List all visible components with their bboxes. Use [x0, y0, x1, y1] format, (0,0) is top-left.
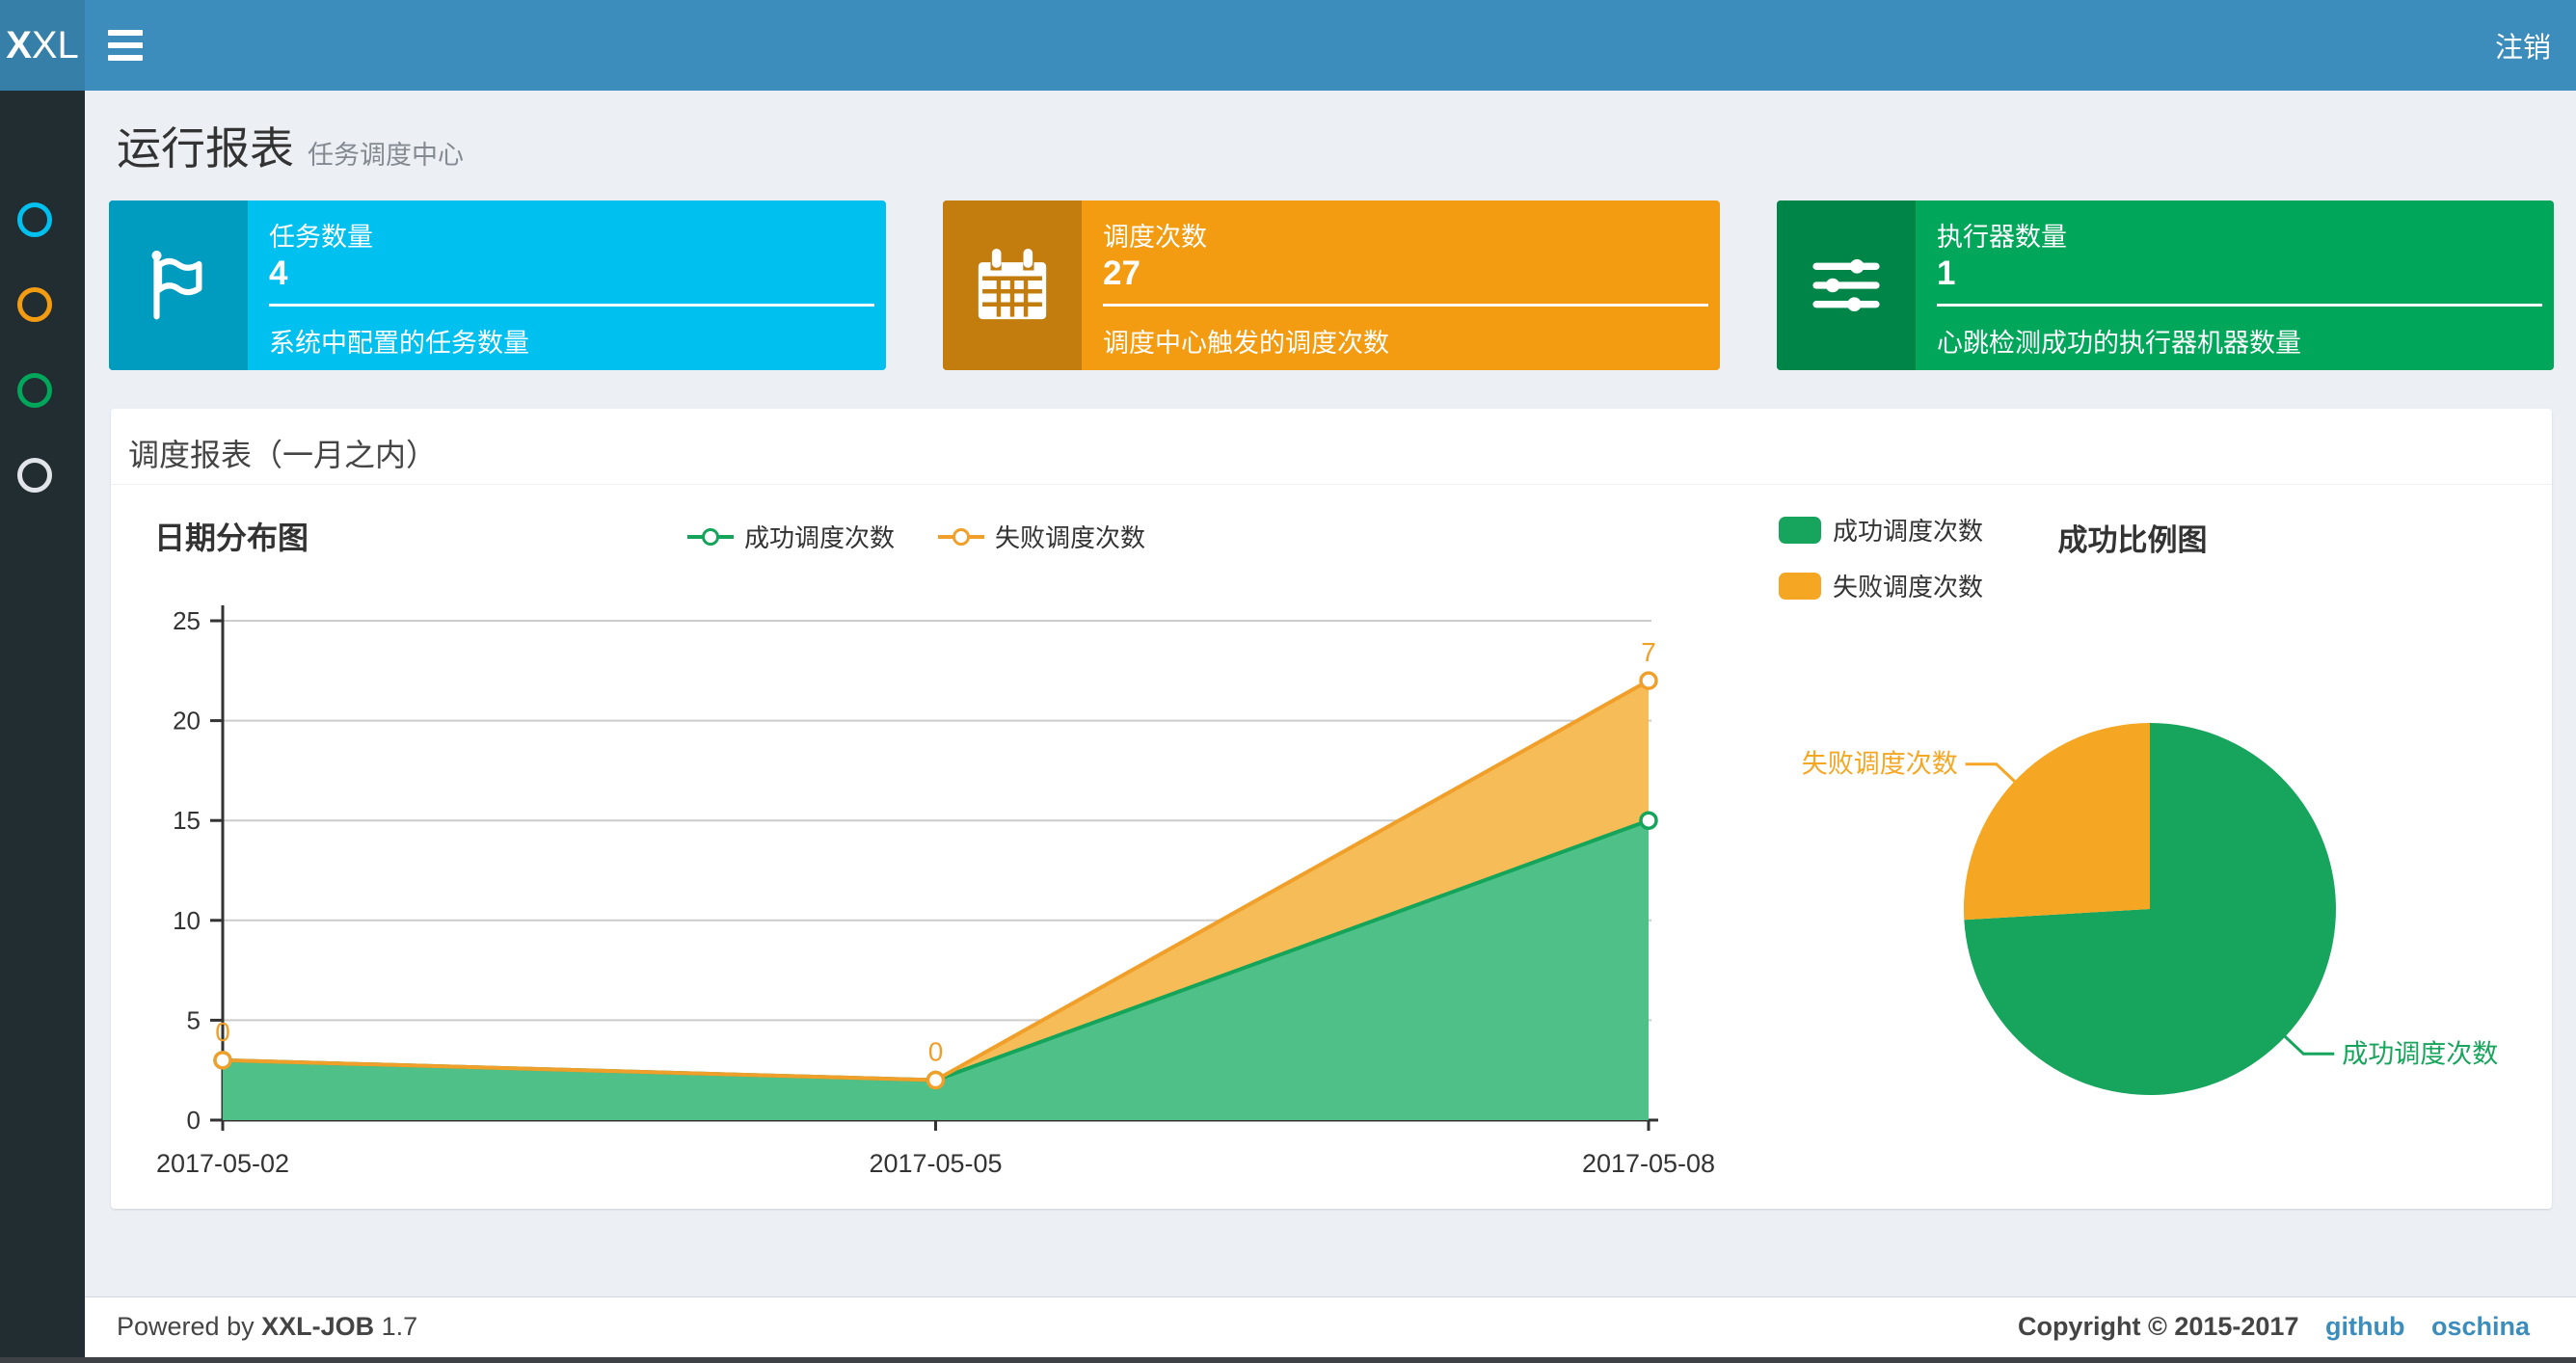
- legend-item-success[interactable]: 成功调度次数: [1779, 512, 1983, 548]
- legend-label: 成功调度次数: [1833, 517, 1984, 546]
- svg-text:0: 0: [187, 1106, 201, 1135]
- svg-text:0: 0: [215, 1017, 230, 1047]
- powered-by: Powered by XXL-JOB 1.7: [117, 1312, 417, 1342]
- date-distribution-chart[interactable]: 05101520252017-05-02 2017-05-05 2017-05-08…: [87, 598, 1726, 1186]
- panel-header: 调度报表（一月之内）: [111, 409, 2552, 485]
- line-chart-title: 日期分布图: [154, 521, 309, 555]
- stat-card-body: 任务数量 4 系统中配置的任务数量: [248, 200, 886, 370]
- pie-chart-legend: 成功调度次数 失败调度次数: [1779, 512, 1983, 603]
- svg-text:5: 5: [187, 1005, 201, 1034]
- copyright: Copyright © 2015-2017 github oschina: [2018, 1312, 2530, 1342]
- stat-card-triggers: 调度次数 27 调度中心触发的调度次数: [943, 200, 1720, 370]
- stat-label: 调度次数: [1103, 223, 1207, 252]
- main-footer: Powered by XXL-JOB 1.7 Copyright © 2015-…: [85, 1296, 2576, 1358]
- stat-value: 27: [1103, 254, 1140, 292]
- line-marker-icon: [938, 527, 985, 546]
- legend-label: 失败调度次数: [995, 523, 1146, 552]
- version: 1.7: [381, 1312, 418, 1341]
- legend-item-success[interactable]: 成功调度次数: [686, 519, 895, 554]
- powered-prefix: Powered by: [117, 1312, 255, 1341]
- stat-label: 执行器数量: [1937, 223, 2067, 252]
- logo-bold: X: [6, 23, 32, 67]
- stat-value: 4: [269, 254, 288, 292]
- swatch-icon: [1779, 516, 1821, 544]
- circle-icon: [17, 458, 52, 493]
- stat-description: 调度中心触发的调度次数: [1103, 329, 1389, 358]
- stat-description: 系统中配置的任务数量: [269, 329, 529, 358]
- sidebar-item-4[interactable]: [0, 458, 85, 516]
- logout-button[interactable]: 注销: [2495, 0, 2551, 91]
- sliders-icon: [1777, 200, 1916, 370]
- divider: [1103, 304, 1708, 307]
- stat-card-body: 执行器数量 1 心跳检测成功的执行器机器数量: [1916, 200, 2554, 370]
- line-chart-legend: 成功调度次数 失败调度次数: [686, 519, 1145, 554]
- legend-item-fail[interactable]: 失败调度次数: [937, 519, 1145, 554]
- svg-text:7: 7: [1641, 637, 1656, 667]
- sidebar-toggle-icon[interactable]: [108, 30, 143, 61]
- page-header: 运行报表 任务调度中心: [117, 114, 464, 177]
- divider: [1937, 304, 2542, 307]
- flag-icon: [109, 200, 248, 370]
- stat-description: 心跳检测成功的执行器机器数量: [1937, 329, 2301, 358]
- sidebar-item-2[interactable]: [0, 287, 85, 345]
- copyright-text: Copyright © 2015-2017: [2017, 1312, 2299, 1341]
- circle-icon: [17, 287, 52, 322]
- circle-icon: [17, 373, 52, 408]
- pie-chart-title: 成功比例图: [2057, 523, 2208, 557]
- github-link[interactable]: github: [2325, 1312, 2404, 1341]
- window-bottom-edge: [0, 1357, 2576, 1363]
- success-ratio-pie-chart[interactable]: 成功调度次数 失败调度次数: [1726, 598, 2564, 1186]
- sidebar: [0, 91, 85, 1363]
- brand-name: XXL-JOB: [261, 1312, 375, 1341]
- svg-text:20: 20: [173, 707, 201, 735]
- legend-label: 成功调度次数: [744, 523, 896, 552]
- page-title: 运行报表: [117, 123, 294, 174]
- divider: [269, 304, 874, 307]
- svg-text:成功调度次数: 成功调度次数: [2342, 1039, 2498, 1068]
- top-navbar: X XL 注销: [0, 0, 2576, 91]
- oschina-link[interactable]: oschina: [2431, 1312, 2530, 1341]
- app-logo[interactable]: X XL: [0, 0, 85, 91]
- svg-text:失败调度次数: 失败调度次数: [1802, 750, 1958, 779]
- svg-text:25: 25: [173, 606, 201, 635]
- stat-card-jobs: 任务数量 4 系统中配置的任务数量: [109, 200, 886, 370]
- svg-text:2017-05-05: 2017-05-05: [869, 1149, 1002, 1178]
- svg-text:0: 0: [928, 1037, 944, 1067]
- sidebar-item-3[interactable]: [0, 373, 85, 431]
- svg-text:15: 15: [173, 806, 201, 835]
- stat-value: 1: [1937, 254, 1956, 292]
- svg-text:10: 10: [173, 906, 201, 935]
- swatch-icon: [1779, 572, 1821, 600]
- page-subtitle: 任务调度中心: [308, 141, 464, 170]
- calendar-icon: [943, 200, 1082, 370]
- svg-text:2017-05-02: 2017-05-02: [156, 1149, 289, 1178]
- line-marker-icon: [687, 527, 734, 546]
- svg-text:2017-05-08: 2017-05-08: [1582, 1149, 1715, 1178]
- panel-title: 调度报表（一月之内）: [128, 438, 438, 472]
- stat-card-body: 调度次数 27 调度中心触发的调度次数: [1082, 200, 1720, 370]
- stat-label: 任务数量: [269, 223, 373, 252]
- stat-card-executors: 执行器数量 1 心跳检测成功的执行器机器数量: [1777, 200, 2554, 370]
- logo-rest: XL: [31, 23, 79, 67]
- circle-icon: [17, 202, 52, 237]
- sidebar-item-1[interactable]: [0, 202, 85, 260]
